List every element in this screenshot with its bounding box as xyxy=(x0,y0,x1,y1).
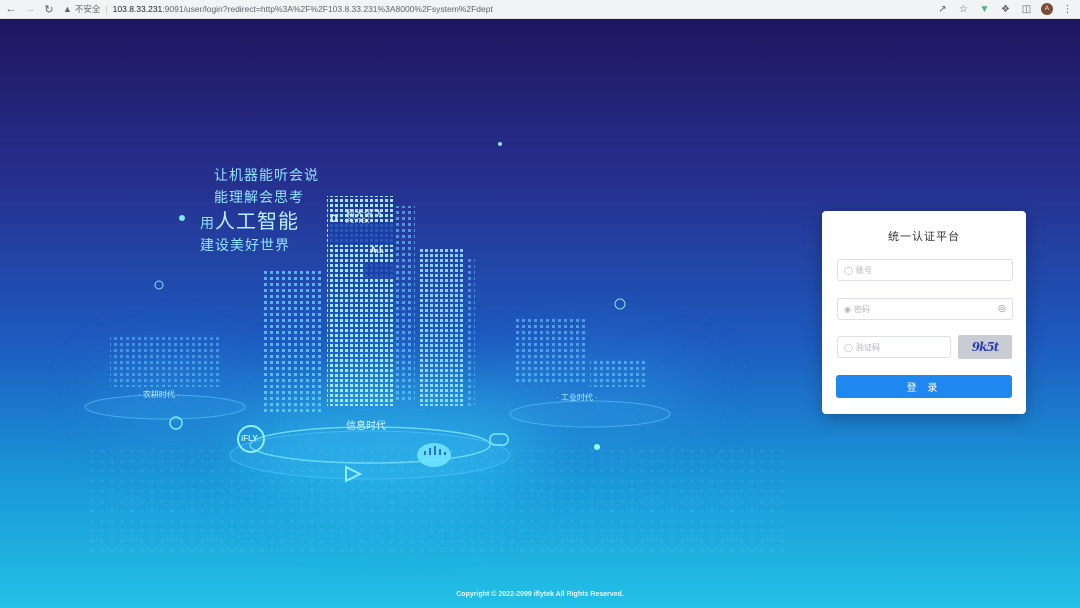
slogan-highlight: 人工智能 xyxy=(215,211,299,233)
address-separator: | xyxy=(105,4,108,14)
brand-logo: α xyxy=(330,209,339,225)
brand-name-en: iFLYTEK xyxy=(346,219,370,225)
login-title: 统一认证平台 xyxy=(888,231,960,243)
reload-icon[interactable]: ↻ xyxy=(41,1,57,17)
slogan-line2: 能理解会思考 xyxy=(214,189,304,205)
eye-off-icon[interactable]: ◎ xyxy=(998,303,1006,314)
url-path: :9091/user/login?redirect=http%3A%2F%2F1… xyxy=(162,4,493,14)
address-bar[interactable]: ▲ 不安全 | 103.8.33.231 :9091/user/login?re… xyxy=(63,2,493,16)
menu-icon[interactable]: ⋮ xyxy=(1061,1,1074,17)
slogan-line3-prefix: 用 xyxy=(200,215,215,231)
era-industry-label: · 工业时代 · xyxy=(556,393,598,402)
insecure-label: 不安全 xyxy=(74,4,101,14)
slogan-line4: 建设美好世界 xyxy=(200,237,290,253)
username-field[interactable]: ◯ xyxy=(837,259,1013,281)
slogan-line3: 用 人工智能 xyxy=(200,205,299,234)
sidepanel-icon[interactable]: ◫ xyxy=(1020,1,1033,17)
browser-actions: ↗ ☆ ▼ ❖ ◫ A ⋮ xyxy=(936,1,1074,17)
username-input[interactable] xyxy=(855,265,976,275)
user-icon: ◯ xyxy=(844,265,853,275)
profile-avatar[interactable]: A xyxy=(1041,3,1053,15)
era-information-label: 信息时代 xyxy=(346,421,386,432)
captcha-image[interactable]: 9k5t xyxy=(958,335,1012,359)
copyright-text: Copyright © 2022-2099 iflytek All Rights… xyxy=(456,591,624,598)
password-field[interactable]: ◉ ◎ xyxy=(837,298,1013,320)
browser-toolbar: ← → ↻ ▲ 不安全 | 103.8.33.231 :9091/user/lo… xyxy=(0,0,1080,19)
extensions-icon[interactable]: ❖ xyxy=(999,1,1012,17)
era-agriculture-label: · 农耕时代 · xyxy=(138,390,180,399)
vue-extension-icon[interactable]: ▼ xyxy=(978,1,991,17)
shield-icon: ◯ xyxy=(844,342,853,352)
captcha-field[interactable]: ◯ xyxy=(837,336,951,358)
password-input[interactable] xyxy=(853,304,974,314)
warning-icon: ▲ xyxy=(63,4,72,14)
captcha-input[interactable] xyxy=(855,342,936,352)
star-icon[interactable]: ☆ xyxy=(957,1,970,17)
share-icon[interactable]: ↗ xyxy=(936,1,949,17)
login-button[interactable]: 登 录 xyxy=(836,375,1012,398)
lock-icon: ◉ xyxy=(844,304,851,314)
ai-badge: A.I. xyxy=(370,245,385,255)
back-icon[interactable]: ← xyxy=(3,1,19,17)
ifly-badge: iFLY xyxy=(241,434,258,443)
slogan-line1: 让机器能听会说 xyxy=(214,167,319,183)
url-host: 103.8.33.231 xyxy=(112,4,163,14)
forward-icon[interactable]: → xyxy=(22,1,38,17)
